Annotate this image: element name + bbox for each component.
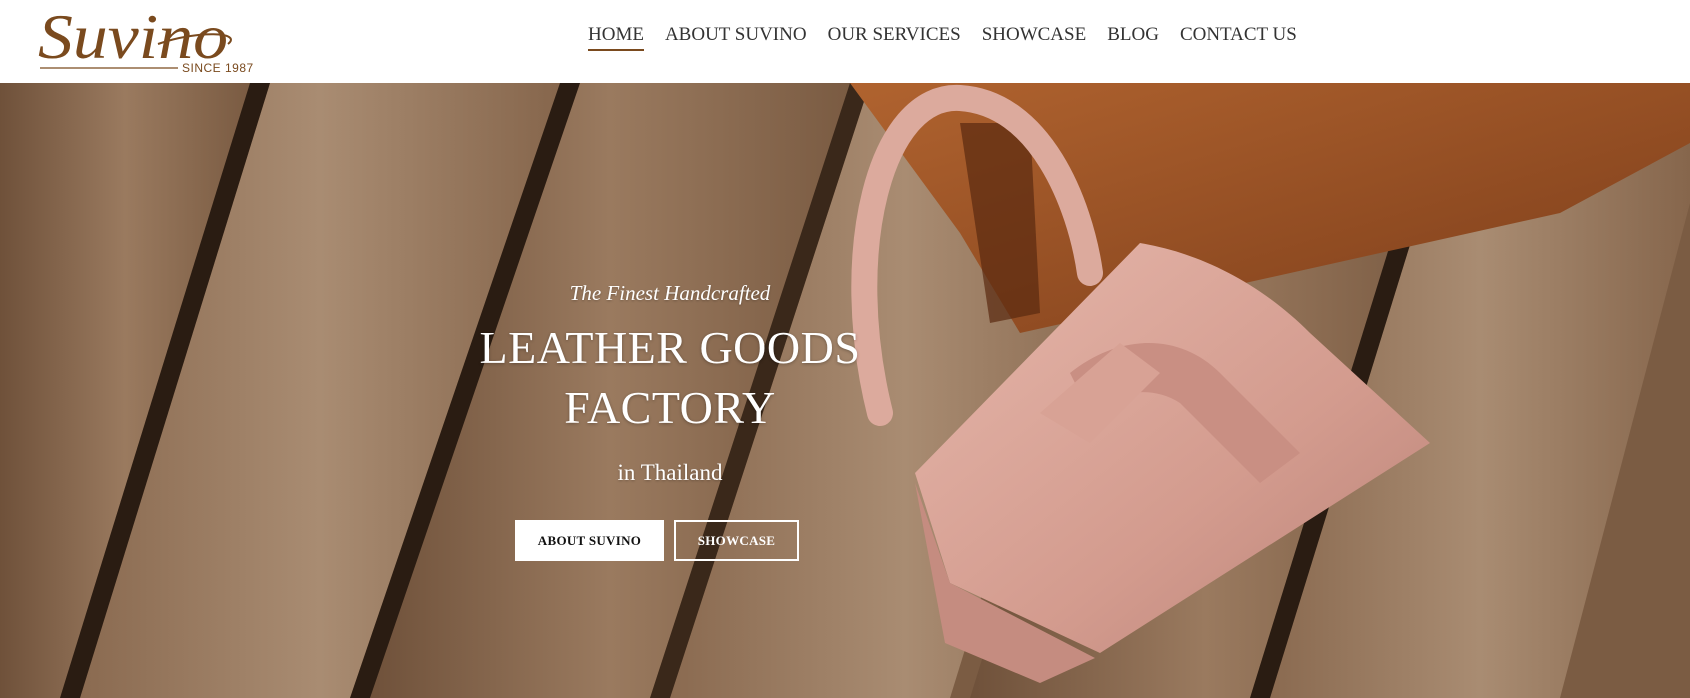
showcase-button[interactable]: SHOWCASE	[674, 520, 799, 561]
nav-contact[interactable]: CONTACT US	[1180, 24, 1297, 49]
hero-title: LEATHER GOODS FACTORY	[470, 318, 870, 438]
nav-services[interactable]: OUR SERVICES	[828, 24, 961, 49]
suvino-logo[interactable]: Suvino SINCE 1987	[38, 0, 258, 80]
nav-about[interactable]: ABOUT SUVINO	[665, 24, 807, 49]
hero-content: The Finest Handcrafted LEATHER GOODS FAC…	[470, 281, 870, 486]
site-header: Suvino SINCE 1987 HOME ABOUT SUVINO OUR …	[0, 0, 1690, 83]
hero-title-line2: FACTORY	[564, 382, 776, 433]
main-nav: HOME ABOUT SUVINO OUR SERVICES SHOWCASE …	[588, 24, 1297, 56]
hero-banner: The Finest Handcrafted LEATHER GOODS FAC…	[0, 83, 1690, 698]
hero-eyebrow: The Finest Handcrafted	[569, 281, 771, 305]
hero-subtitle: in Thailand	[617, 460, 723, 485]
nav-blog[interactable]: BLOG	[1107, 24, 1159, 49]
nav-home[interactable]: HOME	[588, 24, 644, 51]
hero-buttons: ABOUT SUVINO SHOWCASE	[515, 520, 799, 561]
hero-title-line1: LEATHER GOODS	[479, 322, 861, 373]
about-suvino-button[interactable]: ABOUT SUVINO	[515, 520, 664, 561]
logo-tagline: SINCE 1987	[182, 61, 254, 75]
nav-showcase[interactable]: SHOWCASE	[982, 24, 1087, 49]
homepage: Suvino SINCE 1987 HOME ABOUT SUVINO OUR …	[0, 0, 1690, 698]
